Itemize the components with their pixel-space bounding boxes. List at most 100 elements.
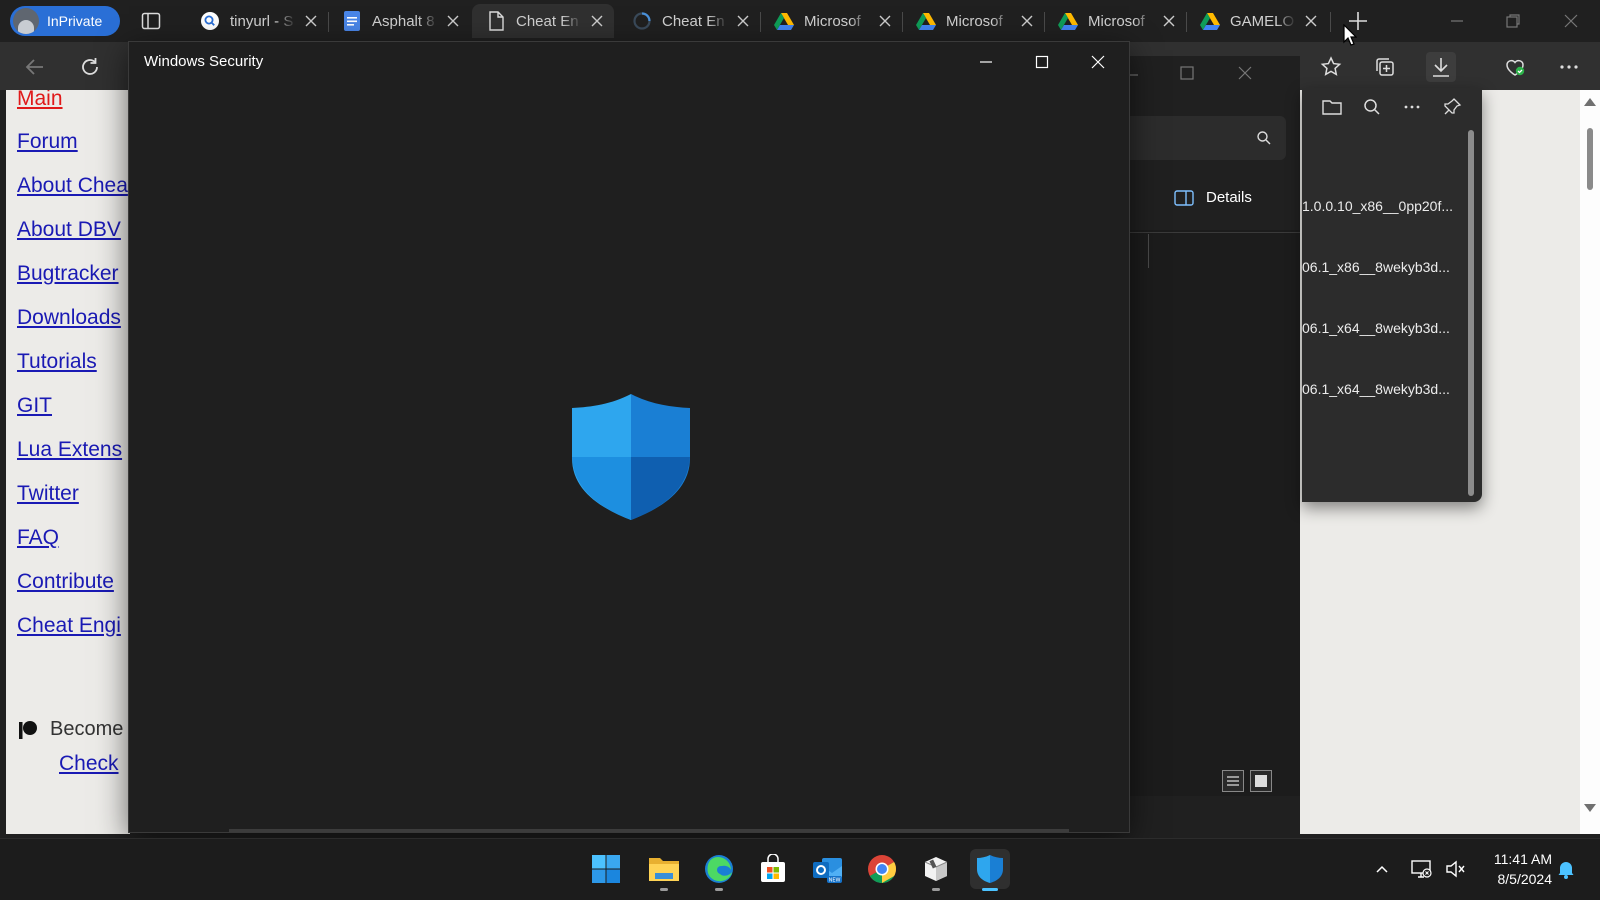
close-tab-icon[interactable] [736, 14, 750, 28]
check-link[interactable]: Check [59, 752, 119, 776]
explorer-search-field[interactable] [1110, 116, 1286, 160]
close-icon[interactable] [1560, 10, 1582, 32]
nav-link-about-cheat-engine[interactable]: About Chea [17, 174, 128, 198]
outlook-new-icon[interactable]: NEW [808, 849, 848, 889]
downloads-more-options-icon[interactable] [1399, 94, 1425, 120]
chrome-icon[interactable] [862, 849, 902, 889]
patreon-text: Become [50, 718, 124, 740]
tab-title: Cheat En [516, 12, 579, 30]
tab-cheat-engine-loading[interactable]: Cheat En [618, 4, 758, 38]
nav-link-about-dbvm[interactable]: About DBV [17, 218, 121, 242]
package-icon[interactable] [916, 849, 956, 891]
large-icons-view-icon[interactable] [1250, 770, 1272, 792]
network-icon[interactable] [1409, 857, 1433, 881]
file-explorer-window: Details [1110, 56, 1300, 796]
back-icon[interactable] [22, 54, 48, 80]
downloads-scrollbar[interactable] [1468, 130, 1474, 496]
tab-actions-icon[interactable] [140, 10, 162, 32]
nav-link-forum[interactable]: Forum [17, 130, 78, 154]
minimize-icon[interactable] [971, 49, 1001, 75]
collections-icon[interactable] [1372, 54, 1398, 80]
tab-drive-3[interactable]: Microsof [1044, 4, 1184, 38]
scroll-up-arrow-icon[interactable] [1584, 98, 1596, 106]
details-pane-icon [1174, 189, 1194, 206]
pin-icon[interactable] [1439, 94, 1465, 120]
browser-essentials-icon[interactable] [1502, 54, 1528, 80]
close-tab-icon[interactable] [1162, 14, 1176, 28]
mouse-cursor-icon [1343, 23, 1358, 46]
nav-link-main[interactable]: Main [17, 90, 63, 111]
google-drive-icon [1058, 11, 1078, 31]
file-explorer-icon[interactable] [644, 849, 684, 891]
search-downloads-icon[interactable] [1359, 94, 1385, 120]
nav-link-bugtracker[interactable]: Bugtracker [17, 262, 119, 286]
open-downloads-folder-icon[interactable] [1319, 94, 1345, 120]
tab-drive-1[interactable]: Microsof [760, 4, 900, 38]
scroll-down-arrow-icon[interactable] [1584, 804, 1596, 812]
tab-cheat-engine-active[interactable]: Cheat En [472, 4, 614, 38]
more-options-icon[interactable] [1556, 54, 1582, 80]
close-tab-icon[interactable] [1020, 14, 1034, 28]
tab-title: Microsof [946, 12, 1003, 30]
explorer-header: Details [1110, 56, 1300, 230]
explorer-maximize-icon[interactable] [1178, 64, 1196, 86]
tab-drive-2[interactable]: Microsof [902, 4, 1042, 38]
web-page-content: Main Forum About Chea About DBV Bugtrack… [6, 90, 130, 834]
edge-icon[interactable] [699, 849, 739, 891]
minimize-icon[interactable] [1446, 10, 1468, 32]
notifications-bell-icon[interactable] [1554, 857, 1578, 881]
details-view-icon[interactable] [1222, 770, 1244, 792]
details-pane-button[interactable]: Details [1174, 189, 1252, 206]
close-tab-icon[interactable] [446, 14, 460, 28]
page-scrollbar[interactable] [1580, 90, 1600, 834]
close-icon[interactable] [1083, 49, 1113, 75]
download-item[interactable]: 06.1_x64__8wekyb3d... [1302, 381, 1450, 397]
tab-title: Microsof [804, 12, 861, 30]
patreon-icon [18, 720, 38, 740]
tab-title: Microsof [1088, 12, 1145, 30]
nav-link-git[interactable]: GIT [17, 394, 52, 418]
clock-date: 8/5/2024 [1497, 871, 1553, 887]
svg-text:NEW: NEW [829, 878, 841, 884]
close-tab-icon[interactable] [1304, 14, 1318, 28]
windows-start-icon[interactable] [586, 849, 626, 889]
scrollbar-thumb[interactable] [1587, 128, 1593, 190]
microsoft-store-icon[interactable] [753, 849, 793, 889]
favorites-icon[interactable] [1318, 54, 1344, 80]
close-tab-icon[interactable] [590, 14, 604, 28]
tab-drive-gamelo[interactable]: GAMELO [1186, 4, 1326, 38]
download-item[interactable]: 1.0.0.10_x86__0pp20f... [1302, 198, 1453, 214]
google-drive-icon [916, 11, 936, 31]
system-clock[interactable]: 11:41 AM 8/5/2024 [1474, 849, 1552, 889]
windows-security-icon[interactable] [970, 849, 1010, 891]
maximize-icon[interactable] [1027, 49, 1057, 75]
inprivate-profile-button[interactable]: InPrivate [10, 6, 120, 36]
page-icon [486, 11, 506, 31]
nav-link-twitter[interactable]: Twitter [17, 482, 79, 506]
nav-link-faq[interactable]: FAQ [17, 526, 59, 550]
close-tab-icon[interactable] [304, 14, 318, 28]
show-hidden-icons-icon[interactable] [1370, 857, 1394, 881]
download-item[interactable]: 06.1_x64__8wekyb3d... [1302, 320, 1450, 336]
nav-link-lua-extensions[interactable]: Lua Extens [17, 438, 122, 462]
clock-time: 11:41 AM [1493, 851, 1552, 867]
avatar [13, 8, 39, 34]
download-item[interactable]: 06.1_x86__8wekyb3d... [1302, 259, 1450, 275]
nav-link-tutorials[interactable]: Tutorials [17, 350, 97, 374]
nav-link-downloads[interactable]: Downloads [17, 306, 121, 330]
restore-icon[interactable] [1502, 10, 1524, 32]
downloads-icon[interactable] [1426, 52, 1456, 82]
search-icon [200, 11, 220, 31]
refresh-icon[interactable] [77, 54, 103, 80]
tab-asphalt[interactable]: Asphalt 8 [328, 4, 468, 38]
nav-link-contribute[interactable]: Contribute [17, 570, 114, 594]
browser-tab-strip: InPrivate tinyurl - S Asphalt 8 Cheat En… [0, 0, 1600, 42]
nav-link-cheat-engine[interactable]: Cheat Engi [17, 614, 121, 638]
close-tab-icon[interactable] [878, 14, 892, 28]
volume-muted-icon[interactable] [1443, 857, 1467, 881]
explorer-close-icon[interactable] [1236, 64, 1254, 86]
tab-title: Asphalt 8 [372, 12, 435, 30]
tab-tinyurl[interactable]: tinyurl - S [186, 4, 326, 38]
taskbar: NEW 11:41 AM 8/5/2024 [0, 838, 1600, 900]
tab-title: tinyurl - S [230, 12, 294, 30]
